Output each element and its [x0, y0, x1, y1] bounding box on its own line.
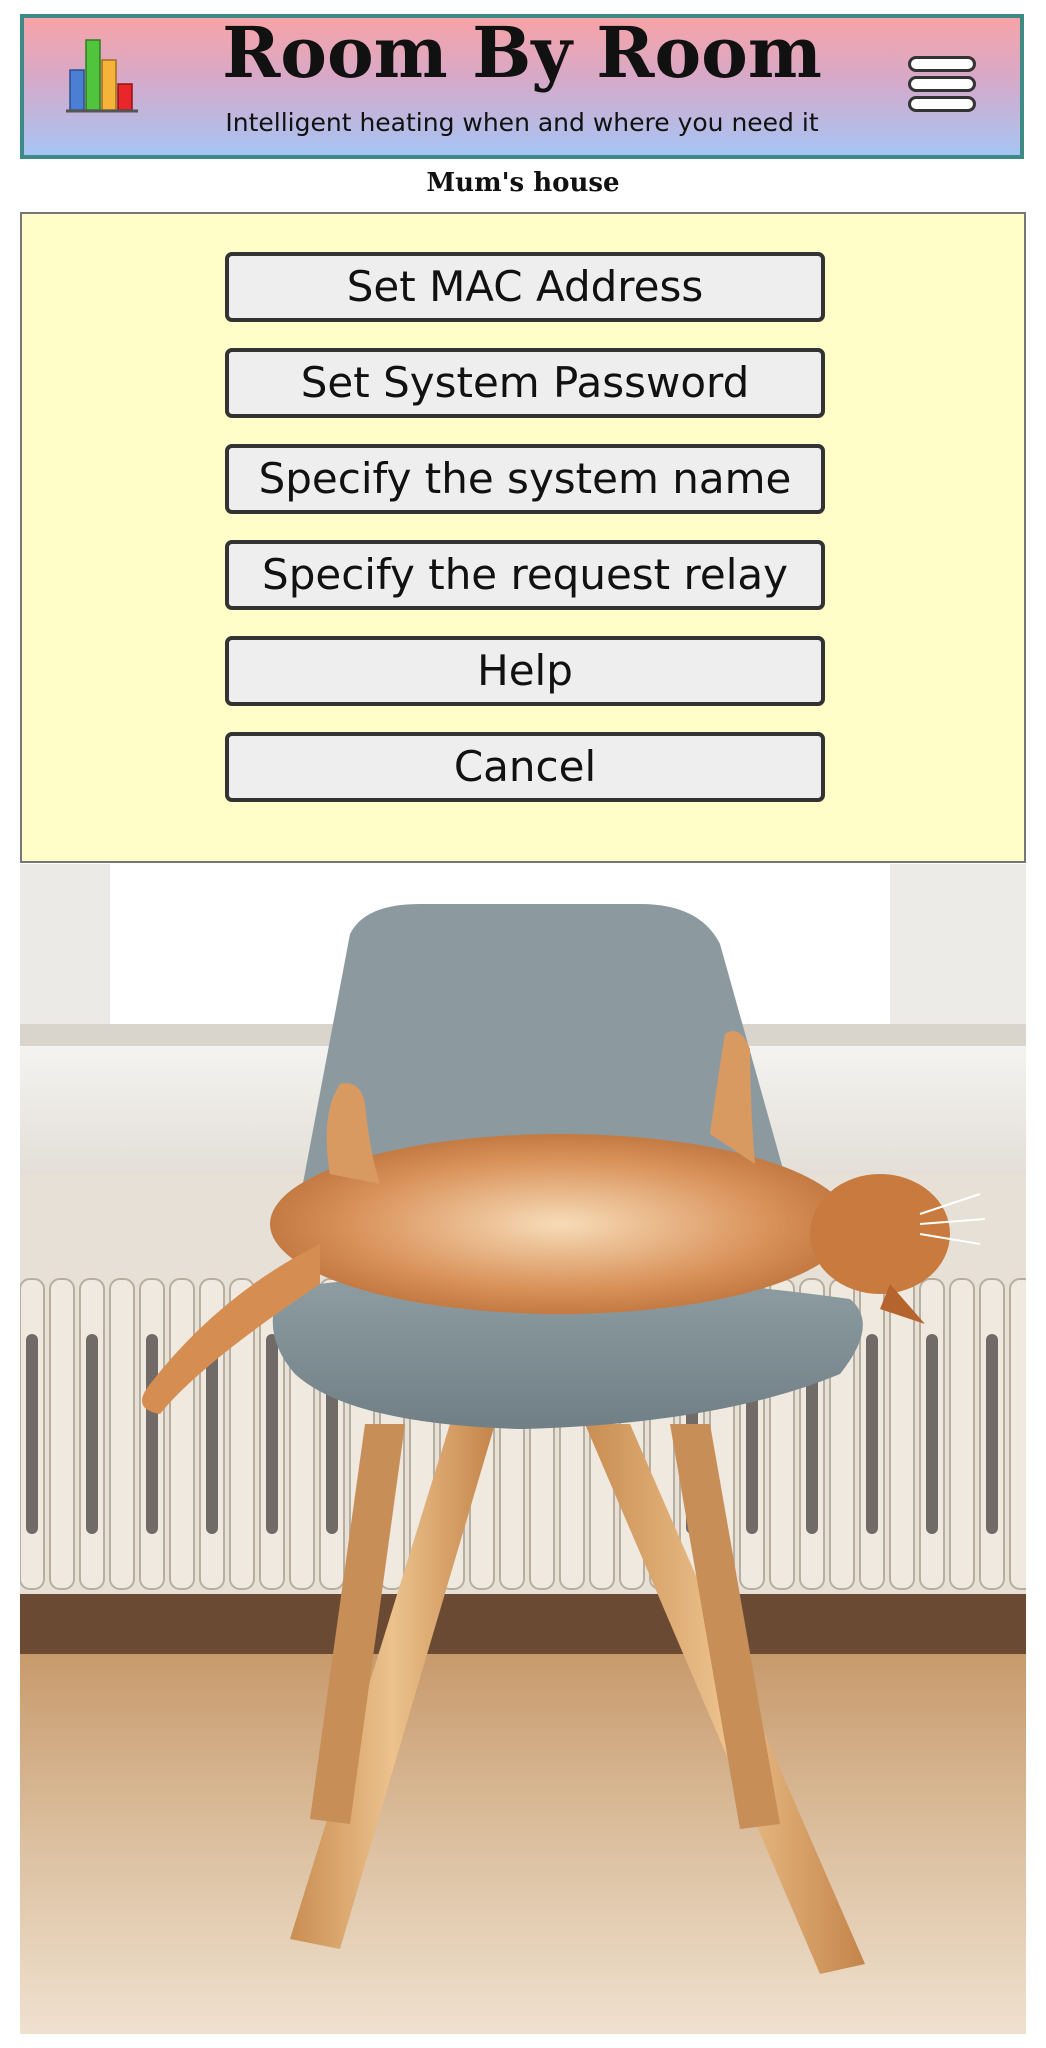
system-location-label: Mum's house	[426, 168, 620, 198]
menu-bar	[908, 96, 976, 112]
specify-system-name-button[interactable]: Specify the system name	[225, 444, 825, 514]
settings-menu-list: Set MAC Address Set System Password Spec…	[225, 252, 825, 828]
app-title: Room By Room	[222, 11, 822, 94]
menu-bar	[908, 56, 976, 72]
specify-request-relay-button[interactable]: Specify the request relay	[225, 540, 825, 610]
cat-on-chair-photo	[20, 864, 1026, 2034]
set-system-password-button[interactable]: Set System Password	[225, 348, 825, 418]
help-button[interactable]: Help	[225, 636, 825, 706]
cancel-button[interactable]: Cancel	[225, 732, 825, 802]
hamburger-menu-icon[interactable]	[908, 40, 980, 112]
set-mac-address-button[interactable]: Set MAC Address	[225, 252, 825, 322]
menu-bar	[908, 76, 976, 92]
settings-menu-panel: Set MAC Address Set System Password Spec…	[20, 212, 1026, 863]
app-subtitle: Intelligent heating when and where you n…	[225, 108, 819, 137]
app-header: Room By Room Intelligent heating when an…	[20, 14, 1024, 159]
